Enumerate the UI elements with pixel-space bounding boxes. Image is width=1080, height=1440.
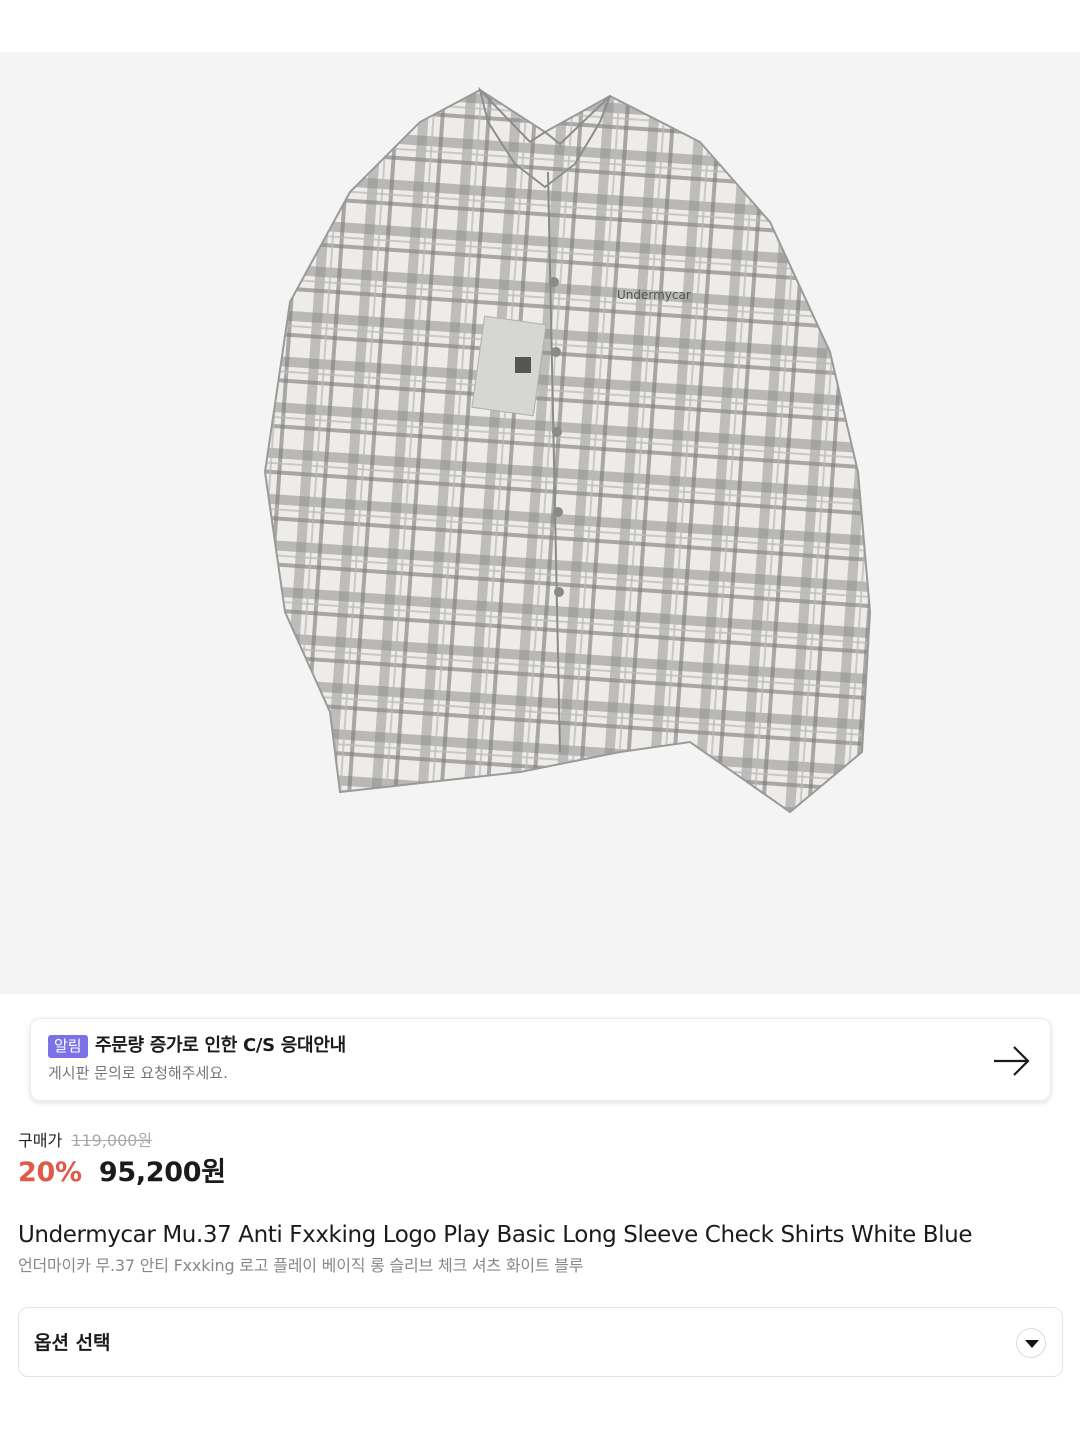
price-label: 구매가 [18, 1131, 63, 1150]
arrow-right-icon[interactable] [992, 1041, 1032, 1081]
price-label-row: 구매가 119,000원 [18, 1129, 152, 1153]
notice-subtitle: 게시판 문의로 요청해주세요. [48, 1064, 228, 1082]
option-select-dropdown[interactable]: 옵션 선택 [18, 1307, 1063, 1377]
notice-title: 주문량 증가로 인한 C/S 응대안내 [95, 1035, 346, 1056]
notice-banner[interactable]: 알림 주문량 증가로 인한 C/S 응대안내 게시판 문의로 요청해주세요. [30, 1018, 1051, 1101]
original-price: 119,000원 [71, 1131, 153, 1150]
shirt-logo-text: Undermycar [617, 288, 691, 302]
bottom-space [0, 1388, 1080, 1440]
top-bar-space [0, 0, 1080, 52]
discount-rate: 20% [18, 1157, 82, 1188]
product-image[interactable]: Undermycar [0, 52, 1080, 994]
chevron-down-icon[interactable] [1016, 1328, 1046, 1358]
notice-badge: 알림 [48, 1035, 88, 1058]
product-title-korean: 언더마이카 무.37 안티 Fxxking 로고 플레이 베이직 롱 슬리브 체… [18, 1256, 584, 1275]
check-shirt-illustration: Undermycar [263, 86, 872, 814]
sale-price: 95,200원 [98, 1157, 226, 1188]
price-row: 20% 95,200원 [18, 1154, 226, 1192]
product-title: Undermycar Mu.37 Anti Fxxking Logo Play … [18, 1222, 973, 1248]
option-select-label: 옵션 선택 [34, 1332, 111, 1354]
